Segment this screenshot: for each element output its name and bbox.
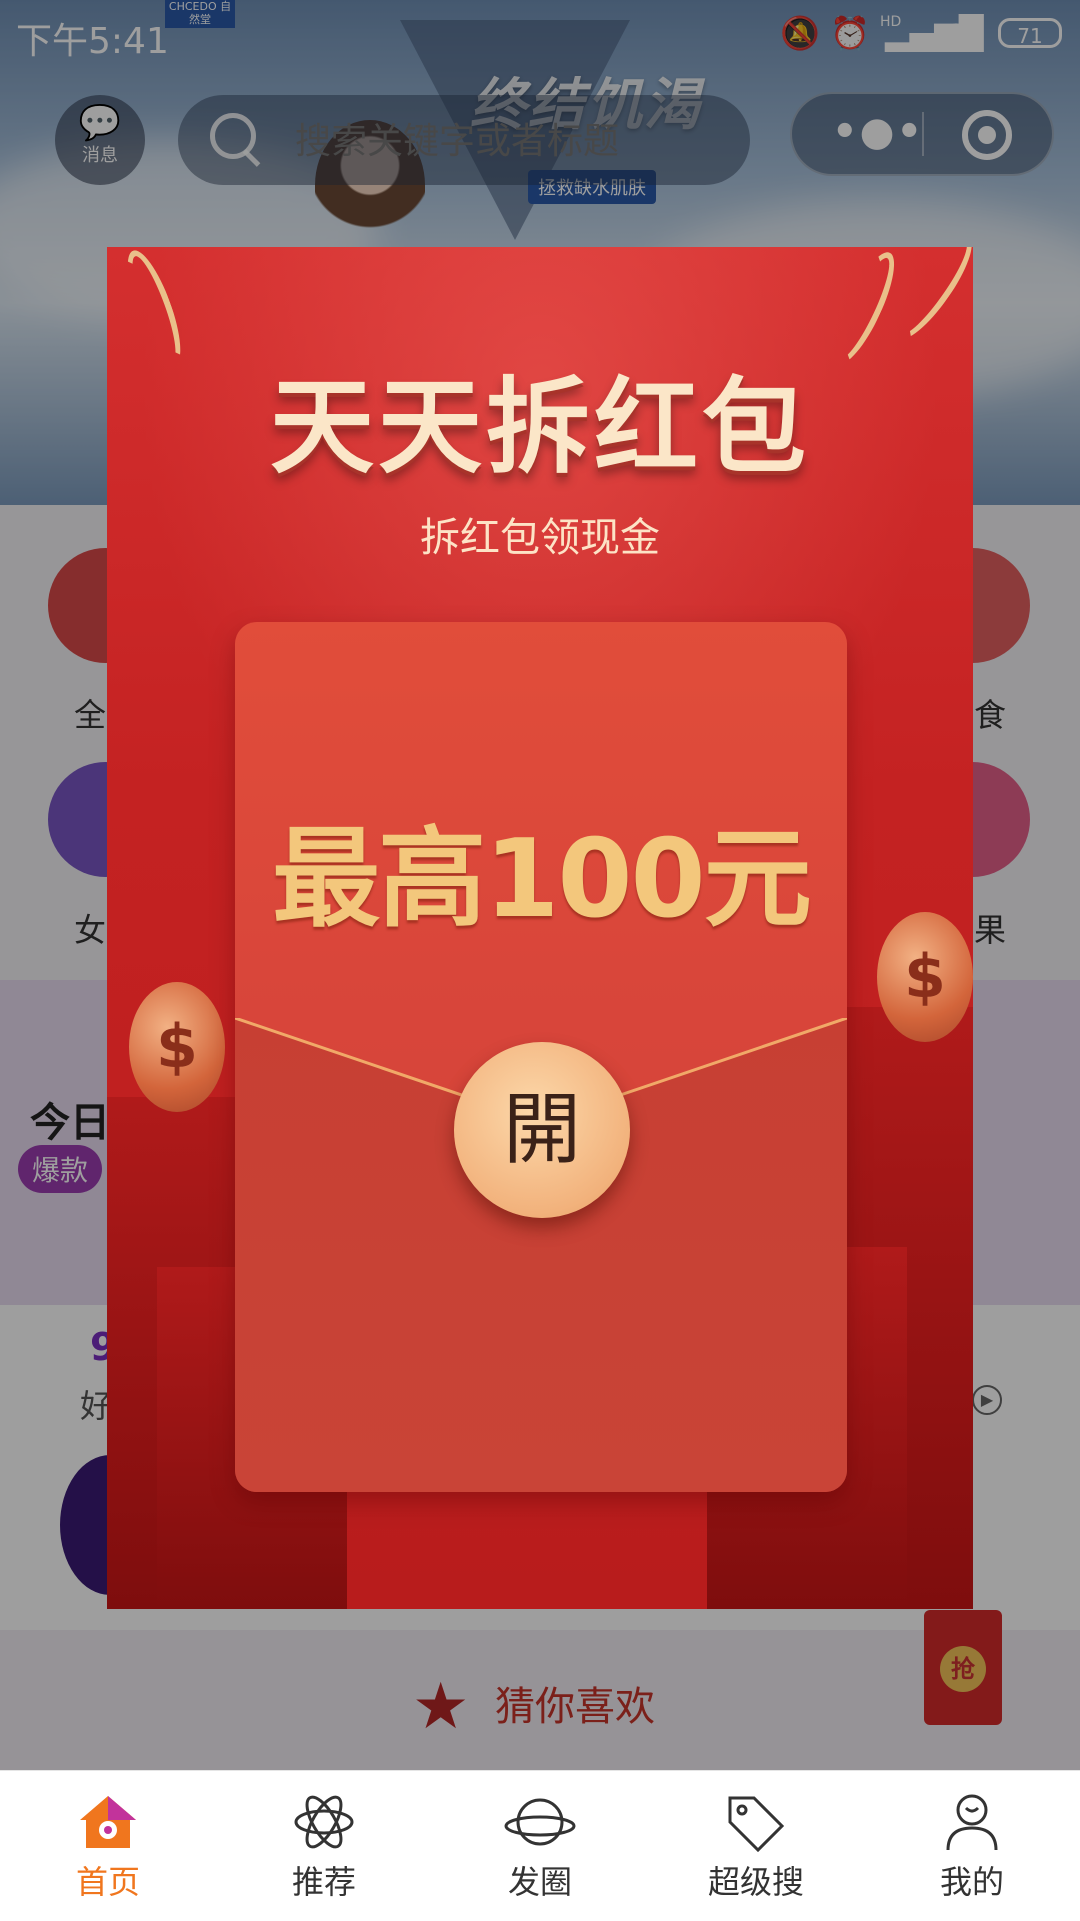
tab-recommend[interactable]: 推荐 — [216, 1771, 432, 1921]
tab-moments-label: 发圈 — [507, 1863, 572, 1901]
dollar-coin-icon-right: $ — [877, 912, 973, 1042]
dollar-coin-icon-left: $ — [129, 982, 225, 1112]
modal-subtitle: 拆红包领现金 — [420, 515, 660, 561]
tab-home-label: 首页 — [75, 1863, 140, 1901]
home-icon — [0, 1771, 216, 1857]
user-icon — [864, 1771, 1080, 1857]
tab-super-search[interactable]: 超级搜 — [648, 1771, 864, 1921]
red-packet-modal: 天天拆红包 拆红包领现金 $ $ 最高100元 開 — [107, 247, 973, 1609]
tab-recommend-label: 推荐 — [291, 1863, 356, 1901]
tab-mine-label: 我的 — [939, 1863, 1004, 1901]
open-envelope-button[interactable]: 開 — [454, 1042, 630, 1218]
tab-moments[interactable]: 发圈 — [432, 1771, 648, 1921]
tag-icon — [648, 1771, 864, 1857]
bottom-tab-bar: 首页 推荐 发圈 超级搜 我的 — [0, 1770, 1080, 1921]
tab-home[interactable]: 首页 — [0, 1771, 216, 1921]
envelope-amount: 最高100元 — [272, 817, 811, 942]
modal-title: 天天拆红包 — [269, 365, 810, 488]
tab-mine[interactable]: 我的 — [864, 1771, 1080, 1921]
planet-icon — [432, 1771, 648, 1857]
tab-super-search-label: 超级搜 — [707, 1863, 804, 1901]
red-envelope-card: 最高100元 開 — [235, 622, 847, 1492]
atom-icon — [216, 1771, 432, 1857]
